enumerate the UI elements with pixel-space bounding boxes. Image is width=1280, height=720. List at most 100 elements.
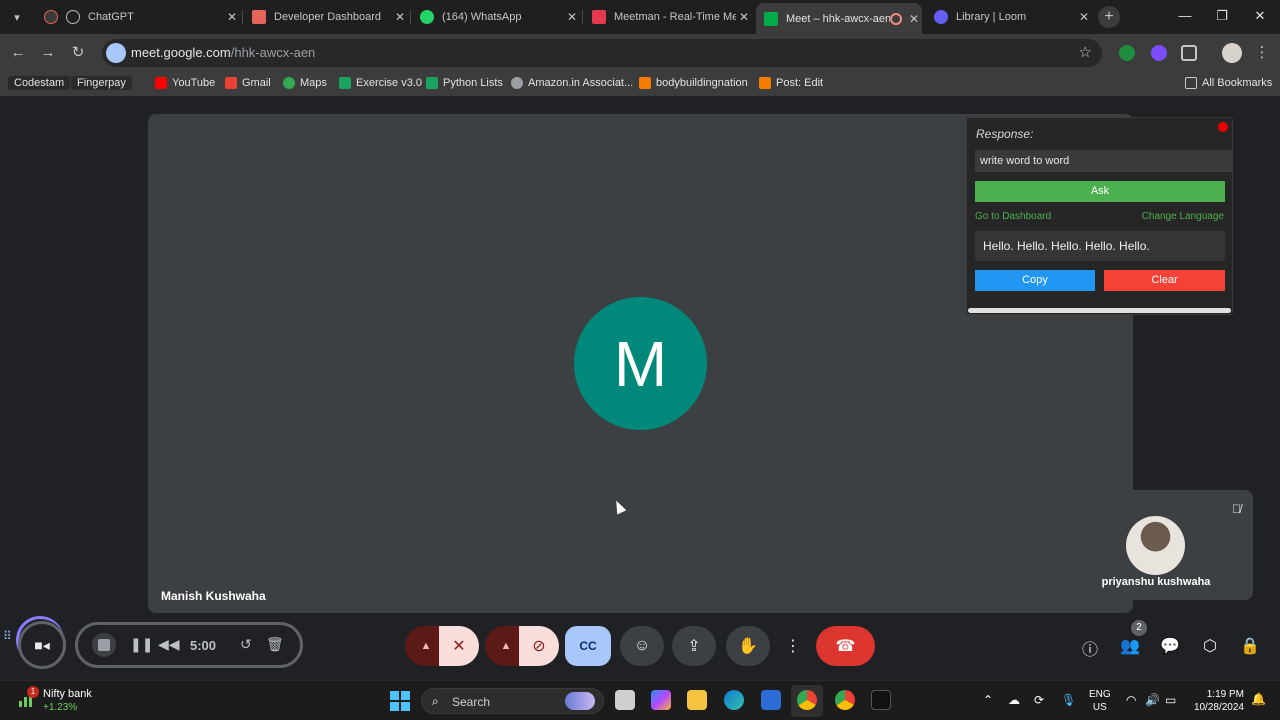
change-language-link[interactable]: Change Language [1142, 211, 1224, 222]
bookmark-bodybuilding[interactable]: bodybuildingnation [639, 77, 748, 89]
close-tab-icon[interactable]: ✕ [736, 10, 752, 24]
back-arrow-icon[interactable]: ← [8, 43, 28, 63]
camera-icon[interactable]: ■◂ [18, 621, 66, 669]
edge-icon[interactable] [724, 690, 744, 710]
emoji-reaction-button[interactable]: ☺ [620, 626, 664, 666]
clear-button[interactable]: Clear [1104, 270, 1225, 291]
menu-kebab-icon[interactable]: ⋮ [1252, 43, 1272, 63]
pause-icon[interactable]: ❚❚ [130, 636, 153, 653]
windows-start-icon[interactable] [390, 691, 410, 711]
bookmark-amazon[interactable]: Amazon.in Associat... [511, 77, 633, 89]
minimize-icon[interactable]: — [1175, 8, 1195, 23]
tab-whatsapp[interactable]: (164) WhatsApp ✕ [412, 4, 580, 30]
bookmark-label: Post: Edit [776, 77, 824, 89]
search-label: Search [452, 695, 491, 709]
chrome-profile-icon[interactable] [835, 690, 855, 710]
chrome-icon[interactable] [797, 690, 817, 710]
bookmark-fingerpay[interactable]: Fingerpay [71, 76, 132, 90]
tab-search-chevron-icon[interactable]: ▾ [6, 6, 28, 28]
extension-icon[interactable] [1119, 45, 1135, 61]
battery-icon[interactable]: ▭ [1165, 693, 1176, 707]
system-clock[interactable]: 1:19 PM 10/28/2024 [1188, 688, 1244, 714]
rewind-icon[interactable]: ◀◀ [158, 636, 180, 653]
ask-button[interactable]: Ask [975, 181, 1225, 202]
search-icon: ⌕ [432, 694, 439, 708]
more-options-icon[interactable]: ⋮ [783, 626, 803, 666]
terminal-app-icon[interactable] [871, 690, 891, 710]
close-tab-icon[interactable]: ✕ [392, 10, 408, 24]
close-tab-icon[interactable]: ✕ [224, 10, 240, 24]
mic-off-button[interactable]: ✕ [439, 626, 479, 666]
bookmark-codestam[interactable]: Codestam [8, 76, 71, 90]
notification-bell-icon[interactable]: 🔔 [1251, 692, 1266, 706]
tab-developer-dashboard[interactable]: Developer Dashboard ✕ [244, 4, 408, 30]
bookmark-label: Fingerpay [77, 77, 126, 89]
bookmark-label: Maps [300, 77, 327, 89]
update-icon[interactable]: ⟳ [1034, 693, 1044, 707]
wifi-icon[interactable]: ◠ [1126, 693, 1136, 707]
url-path: /hhk-awcx-aen [230, 45, 316, 60]
tab-chatgpt[interactable]: ChatGPT ✕ [36, 4, 240, 30]
captions-button[interactable]: CC [565, 626, 611, 666]
tab-title: (164) WhatsApp [442, 11, 522, 23]
go-to-dashboard-link[interactable]: Go to Dashboard [975, 211, 1051, 222]
microphone-tray-icon[interactable]: 🎙 [1061, 693, 1076, 707]
horizontal-scrollbar[interactable] [968, 308, 1231, 313]
cloud-sync-icon[interactable]: ☁ [1008, 693, 1020, 707]
taskbar-search[interactable]: ⌕ Search [421, 688, 604, 714]
activities-icon[interactable]: ⬡ [1199, 636, 1221, 656]
bookmark-maps[interactable]: Maps [283, 77, 327, 89]
stop-recording-button[interactable] [92, 633, 116, 657]
tab-meetman[interactable]: Meetman - Real-Time Me ✕ [584, 4, 752, 30]
close-tab-icon[interactable]: ✕ [564, 10, 580, 24]
camera-off-button[interactable]: ⊘ [519, 626, 559, 666]
drag-handle-icon[interactable]: ⠿ [3, 630, 12, 642]
volume-icon[interactable]: 🔊 [1145, 693, 1160, 707]
restore-icon[interactable]: ❐ [1212, 8, 1232, 24]
extension-badge-icon[interactable] [1151, 45, 1167, 61]
bookmark-post-edit[interactable]: Post: Edit [759, 77, 823, 89]
stock-name[interactable]: Nifty bank [43, 688, 92, 700]
close-tab-icon[interactable]: ✕ [906, 12, 922, 26]
stock-change: +1.23% [43, 702, 78, 713]
restart-icon[interactable]: ↺ [240, 636, 252, 653]
bookmark-python-lists[interactable]: Python Lists [426, 77, 503, 89]
tab-title: Developer Dashboard [274, 11, 382, 23]
show-hidden-icons-chevron[interactable]: ⌃ [983, 693, 993, 707]
reload-icon[interactable]: ↻ [68, 43, 88, 63]
close-window-icon[interactable]: ✕ [1250, 8, 1270, 24]
present-screen-button[interactable]: ⇪ [672, 626, 716, 666]
tab-meet[interactable]: Meet – hhk-awcx-aen ✕ [756, 3, 922, 34]
leave-call-button[interactable]: ☎ [816, 626, 875, 666]
address-bar[interactable]: meet.google.com/hhk-awcx-aen ☆ [102, 39, 1102, 67]
close-tab-icon[interactable]: ✕ [1076, 10, 1092, 24]
forward-arrow-icon[interactable]: → [38, 43, 58, 63]
bookmark-star-icon[interactable]: ☆ [1079, 43, 1092, 61]
self-name: priyanshu kushwaha [1101, 576, 1211, 588]
new-tab-button[interactable]: + [1098, 6, 1120, 28]
self-view-tile[interactable]: priyanshu kushwaha 🎙̸ [1059, 490, 1253, 600]
dashboard-icon [252, 10, 266, 24]
trash-icon[interactable]: 🗑 [266, 636, 284, 653]
bookmark-gmail[interactable]: Gmail [225, 77, 271, 89]
file-explorer-icon[interactable] [687, 690, 707, 710]
copy-button[interactable]: Copy [975, 270, 1095, 291]
people-icon[interactable]: 👥 [1119, 636, 1141, 656]
raise-hand-button[interactable]: ✋ [726, 626, 770, 666]
extensions-puzzle-icon[interactable] [1181, 45, 1197, 61]
copilot-icon[interactable] [651, 690, 671, 710]
all-bookmarks[interactable]: All Bookmarks [1185, 77, 1272, 89]
host-controls-icon[interactable]: 🔒 [1239, 636, 1261, 656]
tab-loom[interactable]: Library | Loom ✕ [926, 4, 1092, 30]
profile-avatar[interactable] [1222, 43, 1242, 63]
language-indicator[interactable]: ENG US [1089, 688, 1111, 714]
bookmark-exercise[interactable]: Exercise v3.0 [339, 77, 422, 89]
site-info-icon[interactable] [106, 43, 126, 63]
chat-icon[interactable]: 💬 [1159, 636, 1181, 656]
meeting-info-icon[interactable]: ⓘ [1079, 636, 1101, 660]
browser-tab-strip: ▾ ChatGPT ✕ Developer Dashboard ✕ (164) … [0, 0, 1280, 34]
microsoft-store-icon[interactable] [761, 690, 781, 710]
bookmark-youtube[interactable]: YouTube [155, 77, 215, 89]
task-view-icon[interactable] [615, 690, 635, 710]
prompt-input[interactable] [975, 150, 1233, 172]
